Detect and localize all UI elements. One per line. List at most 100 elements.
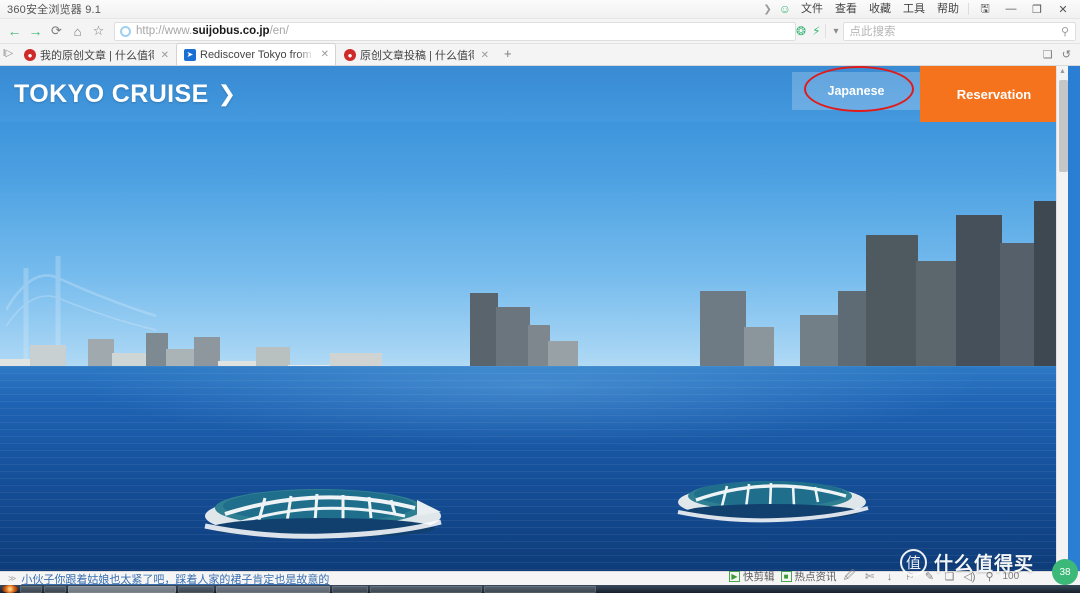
site-logo[interactable]: TOKYO CRUISE ❯ [0,66,237,122]
mute-icon[interactable]: ◁) [963,570,977,583]
window-mode-icon[interactable]: ❏ [943,570,957,583]
quick-clip-button[interactable]: ▶ 快剪辑 [729,569,775,584]
hot-news-label: 热点资讯 [794,571,837,583]
zhihu-red-icon: ● [24,49,36,61]
url-path: /en/ [269,25,289,37]
taskbar-item-2 [44,585,66,593]
page-viewport: TOKYO CRUISE ❯ Japanese Reservation ▲ [0,66,1080,571]
browser-window: 360安全浏览器 9.1 ❯ ☺ 文件 查看 收藏 工具 帮助 🖫 — ❐ ✕ … [0,0,1080,593]
menu-tools[interactable]: 工具 [897,0,931,19]
nav-button-group: ← → ⟳ ⌂ ☆ [0,21,109,42]
taskbar-item-4 [178,585,214,593]
report-icon[interactable]: ⚐ [903,570,917,583]
page-info-icon[interactable] [120,25,131,37]
taskbar-item-7 [370,585,482,593]
close-tab-icon[interactable]: ✕ [318,49,329,60]
chevron-down-icon[interactable]: ▾ [830,26,843,37]
screenshot-icon[interactable]: 🖉 [843,567,857,586]
download-icon[interactable]: ↓ [883,571,897,583]
windows-taskbar [0,585,1080,593]
web-page: TOKYO CRUISE ❯ Japanese Reservation ▲ [0,66,1068,571]
corner-badge: 38 [1052,559,1078,585]
chevron-collapse-icon[interactable]: ≫ [0,574,21,583]
reservation-button[interactable]: Reservation [920,66,1068,122]
search-icon[interactable]: ⚲ [1061,25,1069,38]
reopen-closed-tab-icon[interactable]: ↺ [1062,48,1071,61]
close-button[interactable]: ✕ [1050,0,1076,19]
browser-tab-2[interactable]: ➤ Rediscover Tokyo from the w ✕ [176,43,336,65]
maximize-button[interactable]: ❐ [1024,0,1050,19]
reload-button[interactable]: ⟳ [46,21,67,42]
menu-file[interactable]: 文件 [795,0,829,19]
scrollbar-thumb[interactable] [1059,80,1068,172]
chevron-right-icon[interactable]: ❯ [760,4,774,15]
site-blue-icon: ➤ [184,48,196,61]
minimize-button[interactable]: — [998,0,1024,19]
forward-button[interactable]: → [25,21,46,42]
taskbar-item-5 [216,585,330,593]
menu-help[interactable]: 帮助 [931,0,965,19]
tab-label: 我的原创文章 | 什么值得买 [40,50,154,62]
zoom-icon[interactable]: ⚲ [983,570,997,583]
navigation-toolbar: ← → ⟳ ⌂ ☆ http://www.suijobus.co.jp/en/ … [0,19,1080,44]
video-clip-icon: ▶ [729,571,740,582]
logo-arrow-icon: ❯ [217,81,237,106]
status-bar: ▶ 快剪辑 ■ 热点资讯 🖉 ✄ ↓ ⚐ ✎ ❏ ◁) ⚲ 100 [729,568,1080,585]
river-water [0,366,1068,571]
speed-boost-icon[interactable]: ⚡ [812,24,820,38]
toolbar-extension-icons: ❂ ⚡ [796,24,821,38]
close-tab-icon[interactable]: ✕ [478,50,489,61]
zoom-level[interactable]: 100 [1003,571,1020,582]
browser-tab-3[interactable]: ● 原创文章投稿 | 什么值得买 ✕ [336,44,496,65]
taskbar-item-1 [20,585,42,593]
tab-strip: I▷ ● 我的原创文章 | 什么值得买 ✕ ➤ Rediscover Tokyo… [0,43,1080,66]
title-bar: 360安全浏览器 9.1 ❯ ☺ 文件 查看 收藏 工具 帮助 🖫 — ❐ ✕ [0,0,1080,19]
url-text: http://www.suijobus.co.jp/en/ [136,25,289,37]
site-name: TOKYO CRUISE [14,79,209,108]
tab-strip-actions: ❑ ↺ [1043,43,1080,65]
app-title: 360安全浏览器 9.1 [7,4,102,16]
title-bar-right: ❯ ☺ 文件 查看 收藏 工具 帮助 🖫 — ❐ ✕ [760,0,1080,19]
url-scheme: http:// [136,25,165,37]
url-domain: suijobus.co.jp [192,25,270,37]
security-shield-icon[interactable]: ❂ [796,24,806,38]
close-tab-icon[interactable]: ✕ [158,50,169,61]
tab-scroll-left-icon[interactable]: I▷ [0,43,16,65]
news-icon: ■ [780,571,792,582]
taskbar-item-6 [332,585,368,593]
divider [968,3,969,15]
user-account-icon[interactable]: ☺ [775,2,795,16]
cut-icon[interactable]: ✄ [863,570,877,583]
hot-news-button[interactable]: ■ 热点资讯 [780,569,837,584]
address-bar[interactable]: http://www.suijobus.co.jp/en/ [114,21,796,41]
tab-list-icon[interactable]: ❑ [1043,48,1053,61]
page-scrollbar[interactable]: ▲ [1056,66,1068,571]
home-button[interactable]: ⌂ [67,21,88,42]
taskbar-item-8 [484,585,596,593]
cruise-boat-left [204,489,442,539]
hero-image [0,66,1068,571]
search-box[interactable]: 点此搜索 ⚲ [842,21,1076,41]
notes-icon[interactable]: ✎ [923,570,937,583]
header-actions: Japanese Reservation [792,66,1068,122]
divider [824,24,826,38]
back-button[interactable]: ← [4,21,25,42]
zhihu-red-icon: ● [344,49,356,61]
menu-favorites[interactable]: 收藏 [863,0,897,19]
taskbar-item-3 [68,585,176,593]
scroll-up-icon[interactable]: ▲ [1057,66,1068,78]
windows-start-orb[interactable] [2,585,18,593]
browser-tab-1[interactable]: ● 我的原创文章 | 什么值得买 ✕ [16,44,176,65]
quick-clip-label: 快剪辑 [743,571,775,583]
new-tab-button[interactable]: + [496,43,520,65]
bookmark-star-button[interactable]: ☆ [88,21,109,42]
skin-button[interactable]: 🖫 [972,0,998,19]
menu-view[interactable]: 查看 [829,0,863,19]
tab-label: 原创文章投稿 | 什么值得买 [360,50,474,62]
url-subdomain: www. [164,25,193,37]
search-input[interactable]: 点此搜索 [850,23,896,39]
japanese-language-button[interactable]: Japanese [792,72,920,110]
cruise-boat-right [677,481,869,523]
tab-label: Rediscover Tokyo from the w [200,48,314,61]
site-header: TOKYO CRUISE ❯ Japanese Reservation [0,66,1068,122]
